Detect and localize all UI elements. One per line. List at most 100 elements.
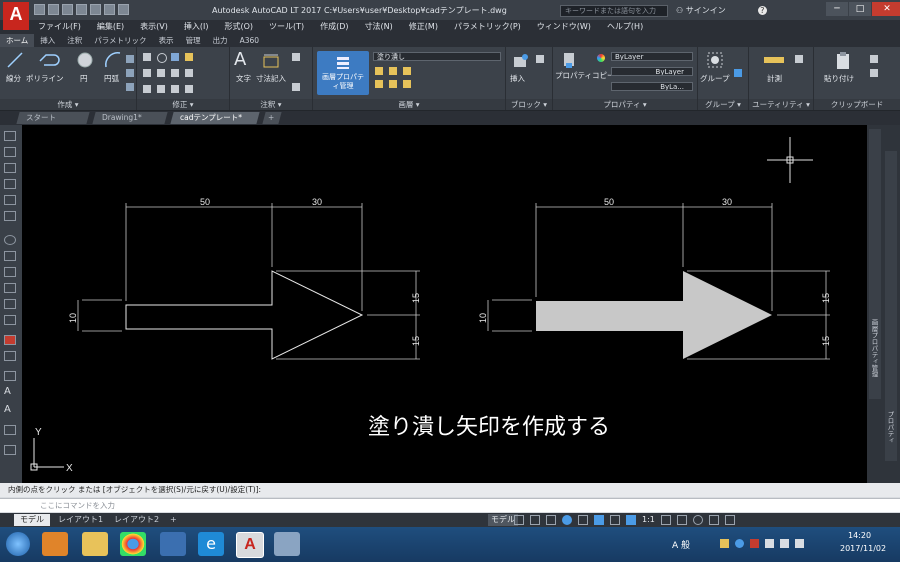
autocad-taskbar-icon[interactable]: A <box>236 532 264 558</box>
isodraft-icon[interactable] <box>578 515 588 525</box>
menu-view[interactable]: 表示(V) <box>132 20 176 34</box>
stretch-icon[interactable] <box>143 85 151 93</box>
circle-icon[interactable] <box>76 51 94 69</box>
tab-home[interactable]: ホーム <box>0 34 35 47</box>
fillet-icon[interactable] <box>171 69 179 77</box>
tool-xline-icon[interactable] <box>4 147 16 157</box>
menu-file[interactable]: ファイル(F) <box>30 20 89 34</box>
isolate-icon[interactable] <box>676 515 687 525</box>
clock-time[interactable]: 14:20 <box>848 531 871 540</box>
tool-block-icon[interactable] <box>4 299 16 309</box>
layer-palette-strip[interactable]: 画層プロパティ管理 <box>869 129 881 399</box>
lineweight-icon[interactable] <box>610 515 620 525</box>
layer-freeze-icon[interactable] <box>403 67 411 75</box>
utilities-panel-footer[interactable]: ユーティリティ ▾ <box>749 99 813 110</box>
layout-tab-2[interactable]: レイアウト2 <box>108 514 165 526</box>
line-icon[interactable] <box>6 51 24 69</box>
workspace-icon[interactable] <box>660 515 671 525</box>
annotation-scale-icon[interactable] <box>626 515 636 525</box>
tray-app-icon[interactable] <box>720 539 729 548</box>
polar-icon[interactable] <box>562 515 572 525</box>
customize-icon[interactable] <box>724 515 735 525</box>
ortho-icon[interactable] <box>546 515 556 525</box>
text-icon[interactable]: A <box>234 49 246 70</box>
volume-icon[interactable] <box>780 539 789 548</box>
layout-tab-add[interactable]: + <box>164 514 183 526</box>
save-as-icon[interactable] <box>76 4 87 15</box>
properties-panel-footer[interactable]: プロパティ ▾ <box>553 99 697 110</box>
network-icon[interactable] <box>795 539 804 548</box>
menu-format[interactable]: 形式(O) <box>216 20 261 34</box>
hatch-icon[interactable] <box>126 69 134 77</box>
snap-icon[interactable] <box>530 515 540 525</box>
group-icon[interactable] <box>706 51 726 69</box>
tab-annotate[interactable]: 注釈 <box>61 34 88 47</box>
tab-output[interactable]: 出力 <box>207 34 234 47</box>
tool-region-icon[interactable] <box>4 371 16 381</box>
start-button[interactable] <box>6 532 30 556</box>
properties-palette-strip[interactable]: プロパティ <box>885 151 897 461</box>
tool-point-icon[interactable] <box>4 315 16 325</box>
drawing-canvas[interactable]: 50 30 10 15 15 50 30 10 15 15 塗り潰し矢印を作成す… <box>22 125 867 483</box>
array-icon[interactable] <box>171 85 179 93</box>
menu-edit[interactable]: 編集(E) <box>89 20 132 34</box>
groups-panel-footer[interactable]: グループ ▾ <box>698 99 748 110</box>
tool-ellipse-icon[interactable] <box>4 283 16 293</box>
tool-line-icon[interactable] <box>4 131 16 141</box>
menu-help[interactable]: ヘルプ(H) <box>599 20 651 34</box>
filled-arrow[interactable] <box>536 271 772 359</box>
flag-icon[interactable] <box>765 539 774 548</box>
tool-polygon-icon[interactable] <box>4 179 16 189</box>
linetype-dropdown[interactable]: ByLayer <box>611 67 693 76</box>
hardware-accel-icon[interactable] <box>692 515 703 525</box>
layer-state-icon[interactable] <box>375 67 383 75</box>
tray-help-icon[interactable] <box>735 539 744 548</box>
menu-parametric[interactable]: パラメトリック(P) <box>446 20 529 34</box>
grid-icon[interactable] <box>514 515 524 525</box>
mirror-icon[interactable] <box>157 69 165 77</box>
tool-addselected-icon[interactable] <box>4 445 16 455</box>
tool-circle-icon[interactable] <box>4 235 16 245</box>
copy-clip-icon[interactable] <box>870 69 878 77</box>
layer-off-icon[interactable] <box>375 80 383 88</box>
region-icon[interactable] <box>126 83 134 91</box>
tool-arc-icon[interactable] <box>4 211 16 221</box>
search-input[interactable]: キーワードまたは語句を入力 <box>560 5 668 17</box>
move-icon[interactable] <box>143 53 151 61</box>
layout-tab-model[interactable]: モデル <box>14 514 50 526</box>
explode-icon[interactable] <box>185 69 193 77</box>
menu-tools[interactable]: ツール(T) <box>261 20 312 34</box>
signin-button[interactable]: ⚇ サインイン ? <box>676 5 767 16</box>
dimension-icon[interactable] <box>262 53 280 69</box>
group-edit-icon[interactable] <box>734 69 742 77</box>
media-player-icon[interactable] <box>42 532 68 556</box>
rectangle-icon[interactable] <box>126 55 134 63</box>
command-input[interactable]: ここにコマンドを入力 <box>0 498 900 512</box>
doc-tab-drawing1[interactable]: Drawing1* <box>92 112 168 124</box>
tab-parametric[interactable]: パラメトリック <box>88 34 152 47</box>
ime-indicator[interactable]: A 般 <box>672 538 690 551</box>
tool-table-icon[interactable] <box>4 425 16 435</box>
new-tab-button[interactable]: + <box>262 112 282 124</box>
tab-manage[interactable]: 管理 <box>180 34 207 47</box>
menu-insert[interactable]: 挿入(I) <box>176 20 217 34</box>
menu-modify[interactable]: 修正(M) <box>401 20 446 34</box>
erase-icon[interactable] <box>185 53 193 61</box>
layout-tab-1[interactable]: レイアウト1 <box>52 514 109 526</box>
tool-revcloud-icon[interactable] <box>4 251 16 261</box>
draw-panel-footer[interactable]: 作成 ▾ <box>0 99 136 110</box>
ie-icon[interactable]: e <box>198 532 224 556</box>
id-point-icon[interactable] <box>795 55 803 63</box>
paint-icon[interactable] <box>274 532 300 556</box>
menu-dimension[interactable]: 寸法(N) <box>357 20 401 34</box>
offset-icon[interactable] <box>185 85 193 93</box>
explorer-icon[interactable] <box>82 532 108 556</box>
trim-icon[interactable] <box>171 53 179 61</box>
layer-match-icon[interactable] <box>403 80 411 88</box>
doc-tab-cad-template[interactable]: cadテンプレート* <box>170 112 260 124</box>
tool-polyline-icon[interactable] <box>4 163 16 173</box>
block-panel-footer[interactable]: ブロック ▾ <box>506 99 552 110</box>
tray-autocad-icon[interactable] <box>750 539 759 548</box>
chrome-icon[interactable] <box>120 532 146 556</box>
insert-block-icon[interactable] <box>512 52 530 70</box>
